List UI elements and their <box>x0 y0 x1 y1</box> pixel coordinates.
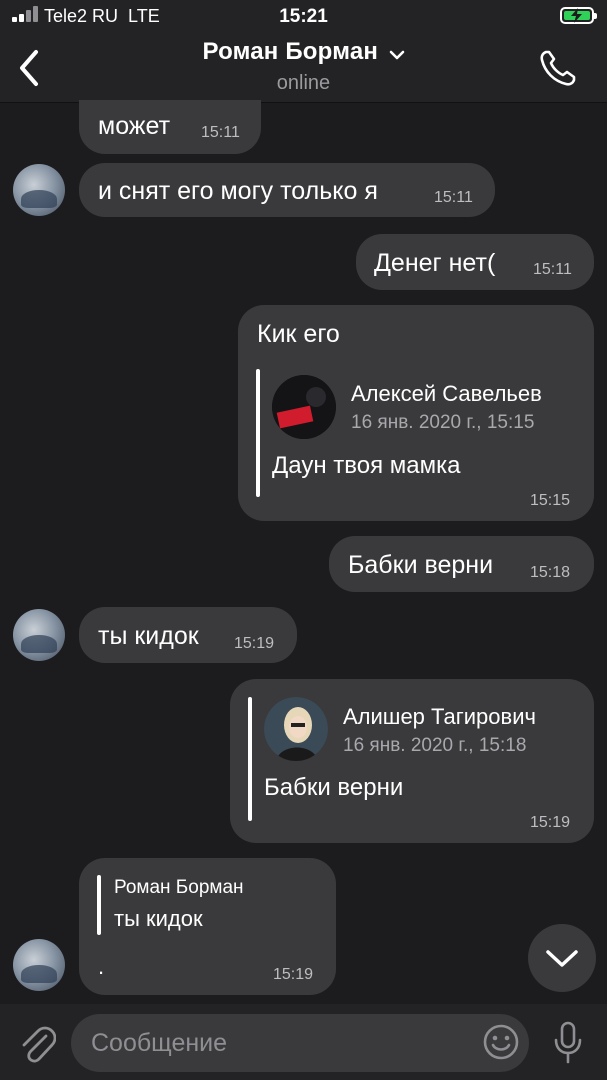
message-bubble-outgoing[interactable]: Денег нет( 15:11 <box>356 234 594 290</box>
message-input[interactable] <box>71 1014 529 1072</box>
forward-avatar[interactable] <box>264 697 328 761</box>
chevron-down-icon <box>546 950 578 967</box>
battery-icon <box>560 7 597 24</box>
forward-date: 16 янв. 2020 г., 15:15 <box>351 412 535 433</box>
charging-bolt-icon <box>571 8 582 23</box>
chat-header: Tele2 RU LTE 15:21 Роман Борман online <box>0 0 607 103</box>
status-time: 15:21 <box>279 6 328 27</box>
message-bubble-incoming[interactable]: ты кидок 15:19 <box>79 607 297 663</box>
message-bubble-incoming[interactable]: Роман Борман ты кидок . 15:19 <box>79 858 336 995</box>
page-title: Роман Борман <box>202 38 379 65</box>
message-time: 15:18 <box>530 564 571 581</box>
message-bubble-outgoing[interactable]: Кик его Алексей Савельев 16 янв. 2020 г.… <box>238 305 594 521</box>
message-text: Денег нет( <box>374 249 496 277</box>
forward-author: Алексей Савельев <box>351 381 542 406</box>
microphone-icon[interactable] <box>550 1020 586 1066</box>
reply-author: Роман Борман <box>114 877 244 898</box>
forward-avatar[interactable] <box>272 375 336 439</box>
reply-text: ты кидок <box>114 906 203 931</box>
message-bubble-incoming[interactable]: и снят его могу только я 15:11 <box>79 163 495 217</box>
paperclip-icon[interactable] <box>18 1022 56 1064</box>
message-bubble-incoming[interactable]: может 15:11 <box>79 100 261 154</box>
status-bar: Tele2 RU LTE 15:21 <box>0 0 607 34</box>
chevron-down-icon <box>389 50 404 60</box>
smiley-icon[interactable] <box>482 1023 520 1061</box>
message-time: 15:15 <box>530 492 571 509</box>
presence-status: online <box>276 72 331 94</box>
avatar[interactable] <box>13 609 65 661</box>
reply-quote-bar <box>97 875 101 935</box>
message-text: . <box>98 954 105 979</box>
message-text: и снят его могу только я <box>98 177 378 205</box>
message-time: 15:19 <box>530 814 571 831</box>
forward-quote-bar <box>256 369 260 497</box>
forward-avatar-image <box>264 697 328 761</box>
composer-bar <box>0 1004 607 1080</box>
message-time: 15:19 <box>234 635 275 652</box>
forward-author: Алишер Тагирович <box>343 704 536 729</box>
message-text: может <box>98 112 171 140</box>
message-bubble-outgoing[interactable]: Алишер Тагирович 16 янв. 2020 г., 15:18 … <box>230 679 594 843</box>
message-time: 15:11 <box>434 189 473 206</box>
message-time: 15:19 <box>273 966 314 983</box>
chat-title-area[interactable]: Роман Борман <box>0 38 607 66</box>
avatar[interactable] <box>13 164 65 216</box>
forward-text: Бабки верни <box>264 774 404 801</box>
message-text: Бабки верни <box>348 551 494 579</box>
message-time: 15:11 <box>533 261 572 278</box>
message-text: ты кидок <box>98 622 199 650</box>
avatar[interactable] <box>13 939 65 991</box>
forward-quote-bar <box>248 697 252 821</box>
forward-date: 16 янв. 2020 г., 15:18 <box>343 735 527 756</box>
forward-avatar-image <box>272 375 336 439</box>
forward-text: Даун твоя мамка <box>272 452 461 479</box>
message-text: Кик его <box>257 320 340 348</box>
message-bubble-outgoing[interactable]: Бабки верни 15:18 <box>329 536 594 592</box>
phone-icon[interactable] <box>536 48 580 88</box>
message-time: 15:11 <box>201 124 240 141</box>
scroll-down-button[interactable] <box>528 924 596 992</box>
